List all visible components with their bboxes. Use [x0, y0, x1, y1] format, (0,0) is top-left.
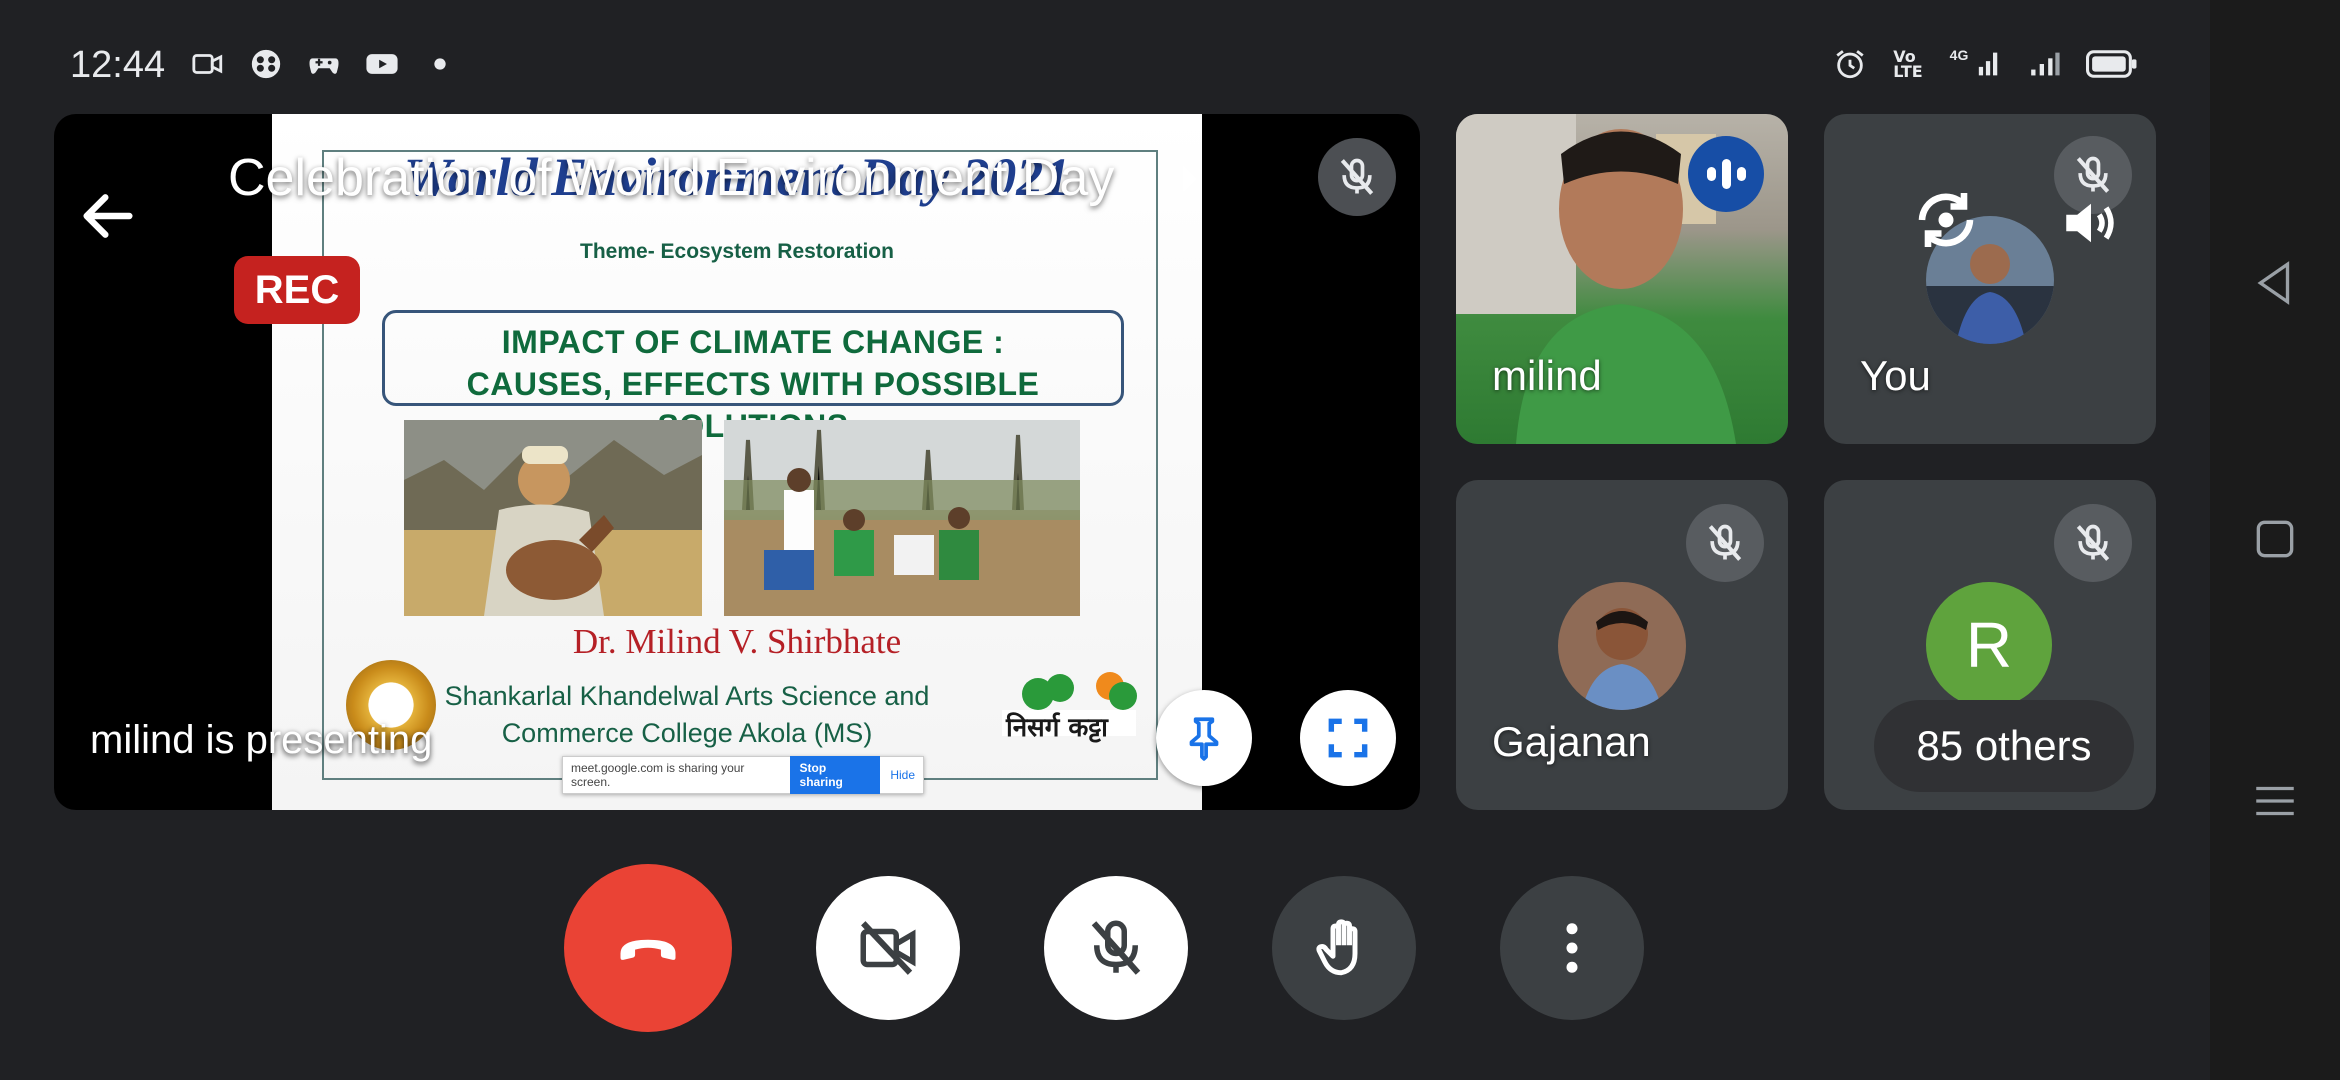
gamepad-icon: [306, 46, 342, 82]
hide-link: Hide: [890, 768, 915, 782]
avatar: [1558, 582, 1686, 710]
slide-photo-planting: [724, 420, 1080, 616]
screen-share-bar: meet.google.com is sharing your screen. …: [562, 756, 924, 794]
status-right-icons: Vo LTE 4G: [1832, 46, 2140, 82]
home-square-icon[interactable]: [2250, 514, 2300, 564]
hang-up-icon: [620, 939, 676, 960]
status-bar: 12:44 Vo LTE 4G: [0, 0, 2210, 120]
status-left-icons: [190, 46, 458, 82]
slide-college-line2: Commerce College Akola (MS): [501, 718, 873, 748]
slide-college-name: Shankarlal Khandelwal Arts Science and C…: [342, 678, 1032, 752]
participant-name: milind: [1492, 352, 1602, 399]
participant-tile-gajanan[interactable]: Gajanan: [1456, 480, 1788, 810]
recording-badge: REC: [234, 256, 360, 324]
others-button[interactable]: 85 others: [1874, 700, 2134, 792]
more-options-button[interactable]: [1500, 876, 1644, 1020]
more-vert-icon: [1566, 923, 1578, 973]
raise-hand-icon: [1316, 919, 1358, 976]
slide-topic-line1: IMPACT OF CLIMATE CHANGE :: [501, 324, 1005, 360]
slide-college-line1: Shankarlal Khandelwal Arts Science and: [444, 681, 930, 711]
back-triangle-icon[interactable]: [2250, 258, 2300, 308]
volte-icon: Vo LTE: [1890, 46, 1926, 82]
game-icon: [248, 46, 284, 82]
slide-photo-deer: [404, 420, 702, 616]
pin-icon: [1189, 717, 1219, 761]
mic-off-indicator: [1686, 504, 1764, 582]
meeting-title[interactable]: Celebration of World Environment Day: [228, 148, 1114, 208]
share-bar-text: meet.google.com is sharing your screen.: [571, 761, 745, 789]
status-time: 12:44: [70, 44, 166, 86]
mic-off-icon: [1340, 158, 1374, 195]
presentation-tile[interactable]: World Environment Day 2021 Theme- Ecosys…: [54, 114, 1420, 810]
mic-off-icon: [2076, 524, 2110, 561]
switch-camera-icon[interactable]: [1910, 184, 1982, 256]
system-nav-bar: [2210, 0, 2340, 1080]
volte-label: Vo LTE: [1893, 47, 1923, 81]
video-icon: [190, 46, 226, 82]
signal-4g-icon: 4G: [1948, 46, 2004, 82]
nisarg-katta-text: निसर्ग कट्टा: [1006, 713, 1108, 743]
mic-toggle-button[interactable]: [1044, 876, 1188, 1020]
nisarg-katta-logo: निसर्ग कट्टा: [998, 668, 1140, 746]
back-arrow-icon[interactable]: [76, 184, 140, 248]
avatar-letter: R: [1926, 582, 2052, 708]
participant-name: Gajanan: [1492, 718, 1651, 765]
speaker-icon[interactable]: [2058, 190, 2124, 256]
stop-sharing-button: Stop sharing: [789, 756, 881, 794]
mic-off-icon: [1091, 920, 1141, 975]
youtube-icon: [364, 46, 400, 82]
battery-icon: [2084, 46, 2140, 82]
participant-tile-you[interactable]: You: [1824, 114, 2156, 444]
slide-presenter-name: Dr. Milind V. Shirbhate: [572, 622, 902, 661]
slide-topic-box: IMPACT OF CLIMATE CHANGE : CAUSES, EFFEC…: [382, 310, 1124, 444]
mic-off-icon: [1708, 524, 1742, 561]
presenting-label: milind is presenting: [90, 718, 433, 762]
participant-tile-milind[interactable]: milind: [1456, 114, 1788, 444]
end-call-button[interactable]: [564, 864, 732, 1032]
fullscreen-button[interactable]: [1300, 690, 1396, 786]
mic-off-indicator: [2054, 504, 2132, 582]
alarm-icon: [1832, 46, 1868, 82]
shared-screen-slide: World Environment Day 2021 Theme- Ecosys…: [272, 114, 1202, 810]
dot-icon: [422, 46, 458, 82]
slide-theme: Theme- Ecosystem Restoration: [580, 240, 894, 263]
pin-button[interactable]: [1156, 690, 1252, 786]
network-type-label: 4G: [1949, 47, 1969, 63]
camera-toggle-button[interactable]: [816, 876, 960, 1020]
fullscreen-icon: [1328, 718, 1368, 758]
video-off-icon: [860, 921, 916, 975]
participant-name: You: [1860, 352, 1931, 399]
raise-hand-button[interactable]: [1272, 876, 1416, 1020]
speaking-indicator: [1688, 136, 1764, 212]
signal-icon: [2026, 46, 2062, 82]
chevron-right-icon[interactable]: [1178, 162, 1202, 196]
recents-menu-icon[interactable]: [2250, 776, 2300, 826]
mic-off-indicator: [1318, 138, 1396, 216]
